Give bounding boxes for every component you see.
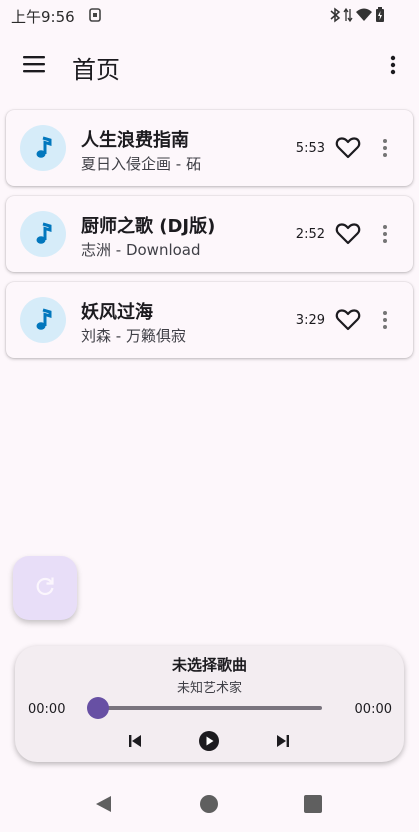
nav-back-icon[interactable] bbox=[94, 794, 114, 814]
heart-icon[interactable] bbox=[335, 136, 361, 160]
heart-icon[interactable] bbox=[335, 222, 361, 246]
current-time: 00:00 bbox=[28, 702, 66, 717]
refresh-icon bbox=[34, 575, 56, 601]
bluetooth-icon bbox=[329, 7, 341, 23]
song-list: 人生浪费指南 夏日入侵企画 - 砳 5:53 厨师之歌 (DJ版) 志洲 - D… bbox=[6, 110, 413, 368]
skip-previous-icon[interactable] bbox=[126, 732, 144, 750]
player-title: 未选择歌曲 bbox=[171, 656, 247, 674]
more-vert-icon[interactable] bbox=[377, 308, 393, 332]
page-title: 首页 bbox=[72, 56, 120, 84]
more-vert-icon[interactable] bbox=[377, 136, 393, 160]
total-time: 00:00 bbox=[354, 702, 392, 717]
music-note-icon bbox=[20, 297, 66, 343]
song-subtitle: 刘森 - 万籁俱寂 bbox=[81, 327, 186, 345]
heart-icon[interactable] bbox=[335, 308, 361, 332]
nav-home-icon[interactable] bbox=[200, 795, 218, 813]
system-nav-bar bbox=[0, 780, 419, 828]
song-subtitle: 夏日入侵企画 - 砳 bbox=[81, 155, 201, 173]
refresh-fab[interactable] bbox=[13, 556, 77, 620]
song-title: 妖风过海 bbox=[81, 302, 153, 323]
song-duration: 5:53 bbox=[295, 141, 325, 156]
play-icon[interactable] bbox=[198, 730, 220, 752]
seek-bar-track[interactable] bbox=[99, 706, 322, 710]
skip-next-icon[interactable] bbox=[274, 732, 292, 750]
song-duration: 3:29 bbox=[295, 313, 325, 328]
mini-player: 未选择歌曲 未知艺术家 00:00 00:00 bbox=[15, 646, 404, 762]
music-note-icon bbox=[20, 125, 66, 171]
wifi-icon bbox=[355, 7, 373, 23]
nav-recents-icon[interactable] bbox=[304, 795, 322, 813]
song-item[interactable]: 妖风过海 刘森 - 万籁俱寂 3:29 bbox=[6, 282, 413, 358]
song-title: 厨师之歌 (DJ版) bbox=[81, 216, 216, 237]
status-time: 上午9:56 bbox=[11, 8, 75, 26]
app-bar: 首页 bbox=[0, 38, 419, 94]
song-item[interactable]: 厨师之歌 (DJ版) 志洲 - Download 2:52 bbox=[6, 196, 413, 272]
sim-icon bbox=[88, 7, 102, 22]
status-bar: 上午9:56 bbox=[0, 0, 419, 30]
song-duration: 2:52 bbox=[295, 227, 325, 242]
overflow-menu-icon[interactable] bbox=[383, 50, 403, 80]
player-artist: 未知艺术家 bbox=[176, 681, 242, 696]
song-title: 人生浪费指南 bbox=[81, 130, 189, 151]
more-vert-icon[interactable] bbox=[377, 222, 393, 246]
seek-bar-thumb[interactable] bbox=[87, 697, 109, 719]
song-subtitle: 志洲 - Download bbox=[81, 241, 201, 259]
song-item[interactable]: 人生浪费指南 夏日入侵企画 - 砳 5:53 bbox=[6, 110, 413, 186]
data-arrows-icon bbox=[343, 7, 353, 23]
menu-icon[interactable] bbox=[18, 48, 50, 80]
music-note-icon bbox=[20, 211, 66, 257]
battery-icon bbox=[375, 7, 385, 23]
status-icons bbox=[329, 6, 385, 24]
